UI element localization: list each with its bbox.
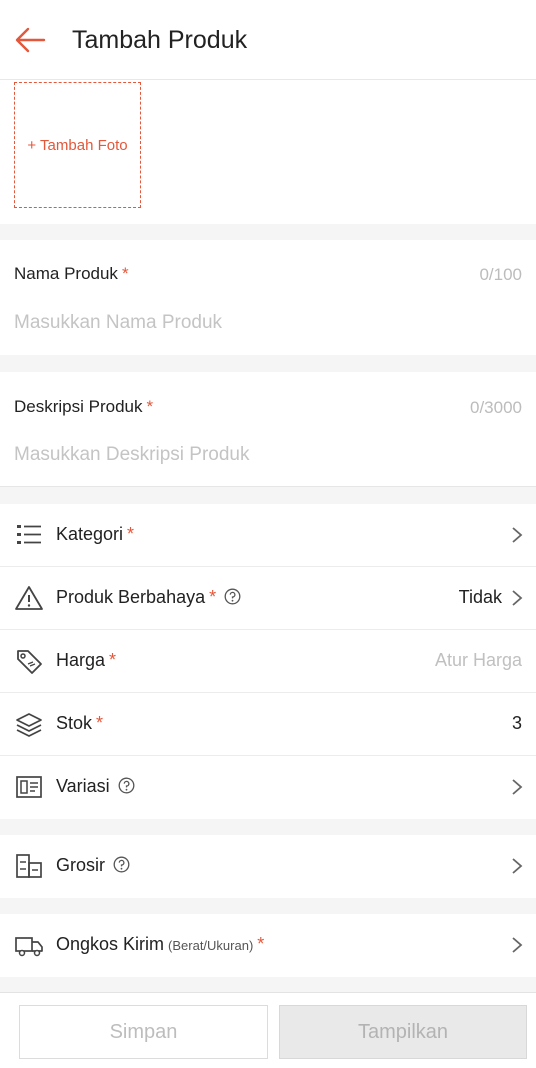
required-mark: * — [96, 713, 104, 733]
category-label: Kategori * — [56, 524, 135, 544]
product-description-input[interactable]: Masukkan Deskripsi Produk — [14, 444, 249, 466]
variation-row[interactable]: Variasi — [0, 756, 536, 819]
add-photo-label: + Tambah Foto — [27, 136, 128, 154]
product-name-counter: 0/100 — [479, 265, 522, 284]
wholesale-label: Grosir — [56, 855, 130, 876]
chevron-right-icon — [512, 527, 523, 543]
layers-icon — [16, 713, 42, 737]
chevron-right-icon — [512, 937, 523, 953]
dangerous-product-row[interactable]: Produk Berbahaya * Tidak — [0, 567, 536, 630]
product-description-section: Deskripsi Produk * 0/3000 Masukkan Deskri… — [0, 372, 536, 487]
product-name-input[interactable]: Masukkan Nama Produk — [14, 312, 222, 334]
stock-label: Stok * — [56, 713, 104, 733]
required-mark: * — [209, 587, 217, 607]
shipping-cost-label: Ongkos Kirim (Berat/Ukuran) * — [56, 934, 265, 954]
chevron-right-icon — [512, 590, 523, 606]
list-icon — [17, 525, 41, 544]
product-name-label: Nama Produk * — [14, 264, 129, 283]
wholesale-row[interactable]: Grosir — [0, 835, 536, 898]
action-footer: Simpan Tampilkan — [0, 992, 536, 1068]
chevron-right-icon — [512, 779, 523, 795]
shipping-cost-row[interactable]: Ongkos Kirim (Berat/Ukuran) * — [0, 914, 536, 977]
price-input[interactable]: Atur Harga — [435, 650, 522, 671]
stock-row[interactable]: Stok * 3 — [0, 693, 536, 756]
price-tag-icon — [17, 650, 42, 674]
shipping-cost-sub: (Berat/Ukuran) — [168, 938, 254, 953]
dangerous-product-label: Produk Berbahaya * — [56, 587, 241, 608]
required-mark: * — [257, 934, 265, 954]
required-mark: * — [146, 397, 154, 416]
help-icon[interactable] — [224, 588, 241, 605]
product-description-label: Deskripsi Produk * — [14, 397, 154, 416]
save-button[interactable]: Simpan — [19, 1005, 268, 1059]
truck-icon — [15, 937, 43, 957]
app-header: Tambah Produk — [0, 0, 536, 80]
required-mark: * — [127, 524, 135, 544]
help-icon[interactable] — [113, 856, 130, 873]
add-photo-button[interactable]: + Tambah Foto — [14, 82, 141, 208]
category-row[interactable]: Kategori * — [0, 504, 536, 567]
product-description-counter: 0/3000 — [470, 398, 522, 417]
price-label: Harga * — [56, 650, 117, 670]
dangerous-product-value: Tidak — [458, 587, 502, 607]
wholesale-icon — [16, 854, 42, 878]
photo-section: + Tambah Foto — [0, 80, 536, 224]
arrow-left-icon[interactable] — [12, 24, 48, 56]
required-mark: * — [121, 264, 129, 283]
variation-icon — [16, 776, 42, 798]
help-icon[interactable] — [118, 777, 135, 794]
variation-label: Variasi — [56, 776, 135, 797]
required-mark: * — [109, 650, 117, 670]
warning-icon — [15, 586, 43, 610]
show-button[interactable]: Tampilkan — [279, 1005, 527, 1059]
stock-value[interactable]: 3 — [512, 713, 522, 734]
chevron-right-icon — [512, 858, 523, 874]
product-name-section: Nama Produk * 0/100 Masukkan Nama Produk — [0, 240, 536, 355]
page-title: Tambah Produk — [72, 26, 248, 54]
price-row[interactable]: Harga * Atur Harga — [0, 630, 536, 693]
